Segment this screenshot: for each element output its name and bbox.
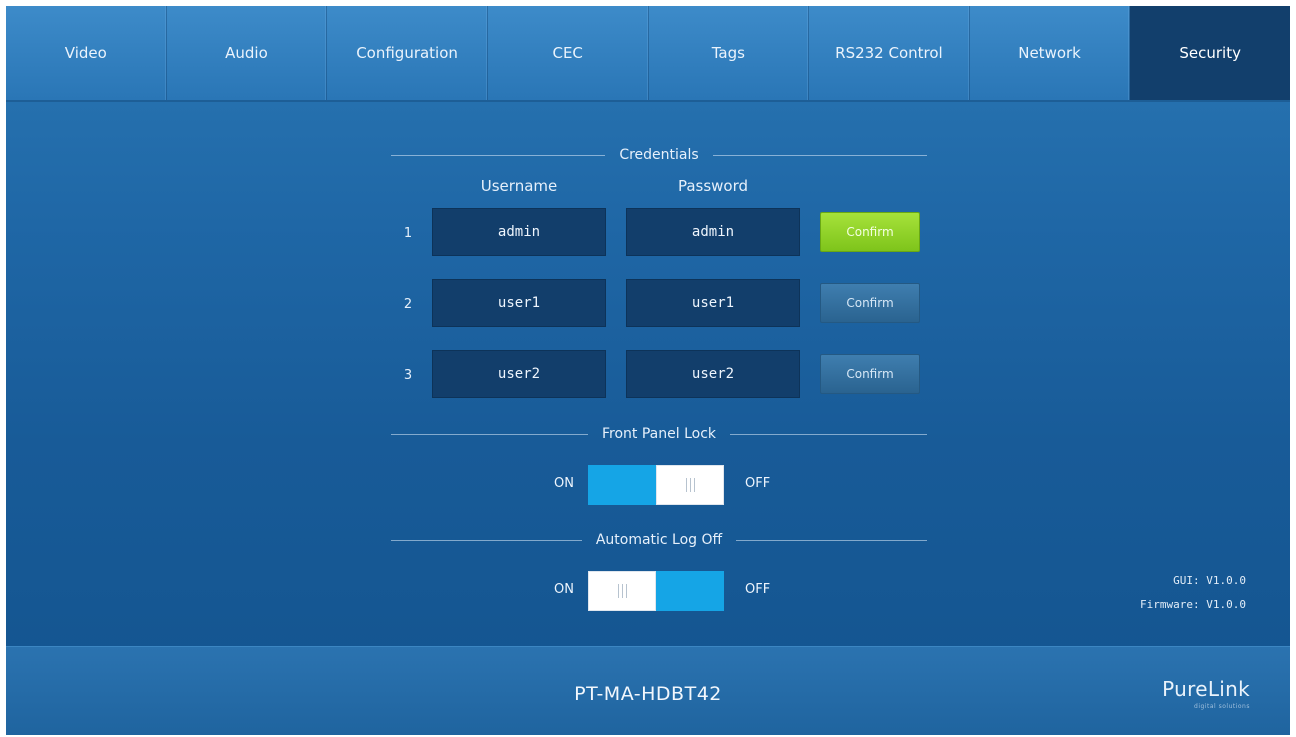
automatic-log-off-title: Automatic Log Off <box>595 532 723 548</box>
username-field-3[interactable]: user2 <box>432 350 606 398</box>
brand-logo: PureLink digital solutions <box>1162 677 1250 710</box>
tab-configuration[interactable]: Configuration <box>327 6 488 100</box>
grip-icon <box>685 478 695 492</box>
divider <box>391 433 588 435</box>
automatic-log-off-off-label: OFF <box>745 582 771 597</box>
front-panel-lock-header: Front Panel Lock <box>391 424 928 444</box>
username-column-header: Username <box>480 177 558 195</box>
front-panel-lock-title: Front Panel Lock <box>602 426 717 442</box>
password-field-3[interactable]: user2 <box>626 350 800 398</box>
tab-network[interactable]: Network <box>970 6 1131 100</box>
divider <box>712 154 928 156</box>
grip-icon <box>617 584 627 598</box>
row-number: 3 <box>403 368 413 383</box>
confirm-button-2[interactable]: Confirm <box>820 283 920 323</box>
automatic-log-off-toggle[interactable] <box>588 571 724 611</box>
footer: PT-MA-HDBT42 PureLink digital solutions <box>6 646 1290 735</box>
tab-security[interactable]: Security <box>1130 6 1290 100</box>
username-field-1[interactable]: admin <box>432 208 606 256</box>
divider <box>391 539 582 541</box>
front-panel-lock-toggle[interactable] <box>588 465 724 505</box>
tab-video[interactable]: Video <box>6 6 167 100</box>
automatic-log-off-on-label: ON <box>554 582 574 597</box>
brand-tagline: digital solutions <box>1194 703 1250 710</box>
model-name: PT-MA-HDBT42 <box>574 683 722 705</box>
toggle-knob <box>588 571 656 611</box>
confirm-button-3[interactable]: Confirm <box>820 354 920 394</box>
front-panel-lock-off-label: OFF <box>745 476 771 491</box>
top-nav: Video Audio Configuration CEC Tags RS232… <box>6 6 1290 102</box>
automatic-log-off-header: Automatic Log Off <box>391 530 927 550</box>
divider <box>730 433 928 435</box>
tab-cec[interactable]: CEC <box>488 6 649 100</box>
brand-name: PureLink <box>1162 677 1250 701</box>
front-panel-lock-on-label: ON <box>554 476 574 491</box>
tab-rs232-control[interactable]: RS232 Control <box>809 6 970 100</box>
gui-version: GUI: V1.0.0 <box>1173 574 1246 587</box>
credentials-title: Credentials <box>619 147 699 163</box>
password-field-2[interactable]: user1 <box>626 279 800 327</box>
row-number: 1 <box>403 226 413 241</box>
toggle-track <box>656 571 724 611</box>
username-field-2[interactable]: user1 <box>432 279 606 327</box>
password-column-header: Password <box>677 177 749 195</box>
divider <box>736 539 927 541</box>
password-field-1[interactable]: admin <box>626 208 800 256</box>
tab-tags[interactable]: Tags <box>649 6 810 100</box>
divider <box>391 154 606 156</box>
tab-audio[interactable]: Audio <box>167 6 328 100</box>
credentials-header: Credentials <box>391 145 928 165</box>
firmware-version: Firmware: V1.0.0 <box>1140 598 1246 611</box>
app-window: Video Audio Configuration CEC Tags RS232… <box>6 6 1290 735</box>
confirm-button-1[interactable]: Confirm <box>820 212 920 252</box>
row-number: 2 <box>403 297 413 312</box>
toggle-knob <box>656 465 724 505</box>
toggle-track <box>588 465 656 505</box>
